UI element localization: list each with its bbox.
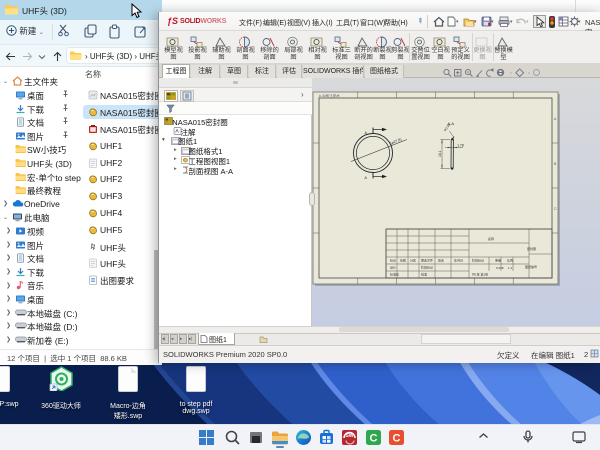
svg-text:密封圈: 密封圈 xyxy=(527,246,536,251)
svg-text:1.78: 1.78 xyxy=(457,144,464,148)
svg-text:名称: 名称 xyxy=(488,236,494,241)
svg-text:SW: SW xyxy=(345,433,353,439)
svg-text:更改文件: 更改文件 xyxy=(421,258,433,263)
svg-text:C: C xyxy=(393,433,401,445)
svg-text:比例: 比例 xyxy=(507,258,513,263)
svg-text:阶段标记: 阶段标记 xyxy=(421,265,433,270)
svg-text:设计: 设计 xyxy=(390,265,396,270)
svg-text:阶段标记: 阶段标记 xyxy=(472,258,484,263)
svg-text:.b.34和寸技术.: .b.34和寸技术. xyxy=(318,94,340,98)
svg-text:图纸编号: 图纸编号 xyxy=(525,264,537,269)
svg-text:18.1: 18.1 xyxy=(438,150,442,157)
svg-text:年月日: 年月日 xyxy=(454,258,463,263)
svg-text:标记: 标记 xyxy=(390,258,396,263)
svg-text:处数: 处数 xyxy=(400,258,406,263)
svg-text:批准: 批准 xyxy=(421,272,427,277)
svg-text:1:1: 1:1 xyxy=(508,266,513,270)
svg-text:0.008: 0.008 xyxy=(496,266,504,270)
svg-text:共1张 第1张: 共1张 第1张 xyxy=(472,272,488,277)
svg-text:签名: 签名 xyxy=(438,258,444,263)
svg-text:分区: 分区 xyxy=(410,258,416,263)
svg-text:C: C xyxy=(370,433,378,445)
svg-text:标准化: 标准化 xyxy=(390,272,399,277)
svg-text:重量: 重量 xyxy=(495,258,501,263)
